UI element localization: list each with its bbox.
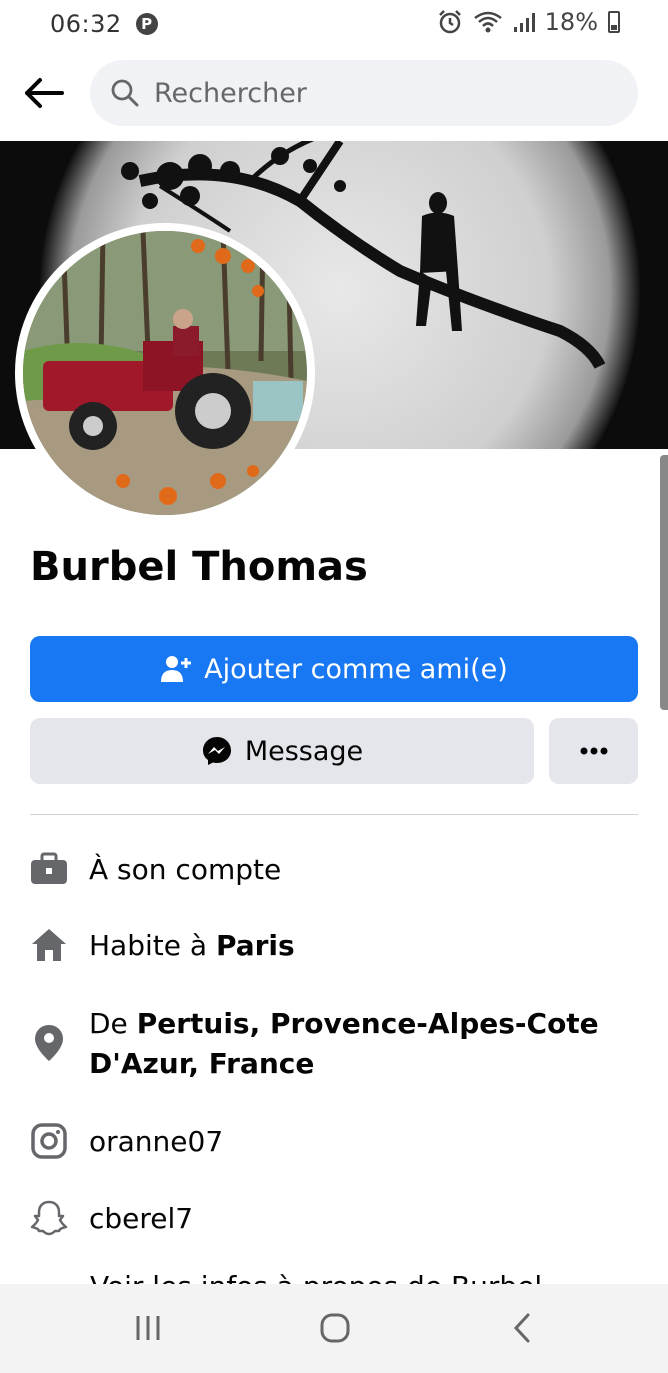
alarm-icon	[438, 10, 461, 34]
chevron-left-icon	[513, 1313, 530, 1343]
profile-name: Burbel Thomas	[30, 544, 368, 590]
add-friend-label: Ajouter comme ami(e)	[204, 653, 508, 685]
search-box[interactable]	[90, 60, 638, 126]
info-row-instagram: oranne07	[30, 1122, 638, 1162]
back-button[interactable]	[20, 72, 66, 114]
from-text: De Pertuis, Provence-Alpes-Cote D'Azur, …	[89, 1004, 609, 1084]
snapchat-text[interactable]: cberel7	[89, 1199, 193, 1239]
instagram-icon	[30, 1122, 68, 1160]
location-pin-icon	[30, 1024, 68, 1062]
status-bar: 06:32 P 18%	[0, 0, 668, 48]
from-prefix: De	[89, 1007, 137, 1040]
message-label: Message	[244, 735, 364, 767]
lives-text: Habite à Paris	[89, 926, 295, 966]
system-nav-bar	[0, 1284, 668, 1373]
divider	[30, 814, 638, 815]
message-button[interactable]: Message	[30, 718, 534, 784]
info-row-snapchat: cberel7	[30, 1199, 638, 1239]
status-right: 18%	[437, 8, 620, 36]
lives-place[interactable]: Paris	[216, 929, 295, 962]
home-button[interactable]	[315, 1311, 355, 1345]
scroll-indicator[interactable]	[660, 455, 668, 710]
wifi-icon	[473, 11, 502, 33]
arrow-left-icon	[25, 78, 64, 108]
info-row-from: De Pertuis, Provence-Alpes-Cote D'Azur, …	[30, 1004, 638, 1084]
more-dots-icon	[580, 747, 607, 755]
recent-apps-button[interactable]	[128, 1311, 168, 1345]
profile-photo	[23, 231, 307, 515]
search-icon	[111, 79, 139, 107]
home-circle-icon	[320, 1313, 350, 1343]
from-place[interactable]: Pertuis, Provence-Alpes-Cote D'Azur, Fra…	[89, 1007, 599, 1080]
signal-icon	[513, 13, 535, 32]
pinterest-icon: P	[135, 13, 158, 35]
more-options-button[interactable]	[549, 718, 638, 784]
system-back-button[interactable]	[502, 1311, 542, 1345]
messenger-icon	[202, 737, 231, 765]
search-input[interactable]	[154, 77, 594, 109]
snapchat-icon	[30, 1199, 68, 1237]
home-icon	[30, 926, 68, 964]
lives-prefix: Habite à	[89, 929, 216, 962]
info-row-lives: Habite à Paris	[30, 926, 638, 966]
tractor-photo	[23, 231, 307, 515]
info-row-work: À son compte	[30, 850, 638, 890]
add-friend-button[interactable]: Ajouter comme ami(e)	[30, 636, 638, 702]
battery-percent: 18%	[544, 8, 598, 36]
add-friend-icon	[161, 656, 192, 682]
top-bar	[0, 58, 668, 128]
instagram-text[interactable]: oranne07	[89, 1122, 223, 1162]
battery-icon	[608, 11, 620, 33]
profile-photo-ring[interactable]	[15, 223, 315, 523]
status-time: 06:32	[50, 10, 122, 38]
recent-apps-icon	[136, 1316, 160, 1340]
work-text: À son compte	[89, 853, 282, 886]
briefcase-icon	[30, 850, 68, 888]
